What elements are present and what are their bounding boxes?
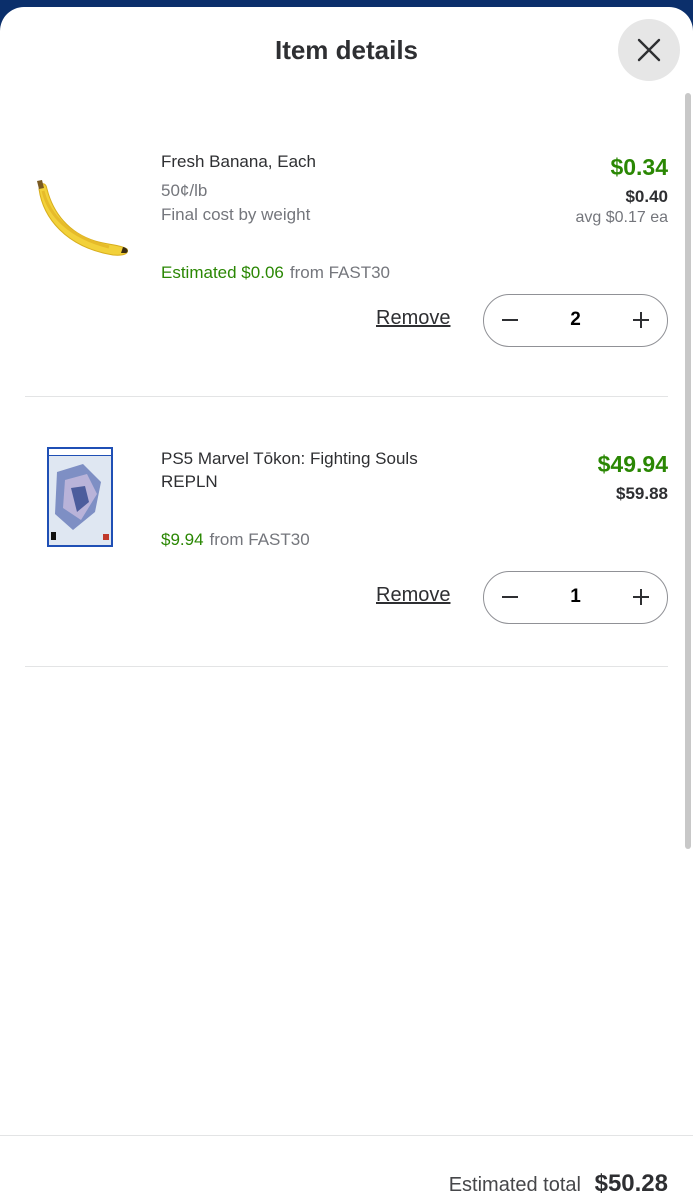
decrease-quantity-button[interactable] (484, 572, 536, 622)
page-title: Item details (274, 35, 419, 65)
promo-amount: Estimated $0.06 (161, 263, 284, 282)
increase-quantity-button[interactable] (615, 295, 667, 345)
item-unit-price: 50¢/lb (161, 181, 208, 200)
promo-source: from FAST30 (209, 530, 310, 549)
quantity-stepper: 1 (483, 571, 668, 624)
item-weight-note: Final cost by weight (161, 205, 311, 224)
estimated-total-label: Estimated total (448, 1174, 581, 1196)
item-was-price: $0.40 (625, 187, 668, 206)
minus-icon (502, 319, 518, 321)
cart-item-ps5-game: PS5 Marvel Tōkon: Fighting Souls REPLN $… (0, 427, 693, 673)
plus-icon (633, 589, 649, 605)
item-details-sheet: Item details Fresh Banana, Each 50¢/lb F… (0, 7, 693, 1200)
item-name: PS5 Marvel Tōkon: Fighting Souls REPLN (161, 449, 418, 491)
banana-image (25, 157, 135, 267)
cart-item-banana: Fresh Banana, Each 50¢/lb Final cost by … (0, 127, 693, 397)
item-was-price: $59.88 (616, 484, 668, 503)
plus-icon (633, 312, 649, 328)
quantity-value: 2 (570, 309, 581, 330)
item-divider (25, 396, 668, 397)
quantity-value: 1 (570, 586, 581, 607)
increase-quantity-button[interactable] (615, 572, 667, 622)
item-name: Fresh Banana, Each (161, 152, 316, 171)
item-promo: Estimated $0.06 from FAST30 (161, 261, 390, 284)
promo-source: from FAST30 (289, 263, 390, 282)
remove-button[interactable]: Remove (376, 307, 450, 330)
item-price: $49.94 (597, 451, 668, 477)
sheet-header: Item details (0, 7, 693, 93)
close-button[interactable] (618, 19, 680, 81)
decrease-quantity-button[interactable] (484, 295, 536, 345)
minus-icon (502, 596, 518, 598)
item-avg-price: avg $0.17 ea (575, 209, 668, 226)
game-cover-image (25, 442, 135, 552)
remove-button[interactable]: Remove (376, 584, 450, 607)
estimated-total-value: $50.28 (594, 1170, 668, 1197)
item-price: $0.34 (610, 154, 668, 180)
sheet-footer: Estimated total $50.28 (0, 1135, 693, 1200)
item-divider (25, 666, 668, 667)
quantity-stepper: 2 (483, 294, 668, 347)
close-icon (637, 38, 661, 62)
promo-amount: $9.94 (161, 530, 204, 549)
item-promo: $9.94 from FAST30 (161, 528, 310, 551)
